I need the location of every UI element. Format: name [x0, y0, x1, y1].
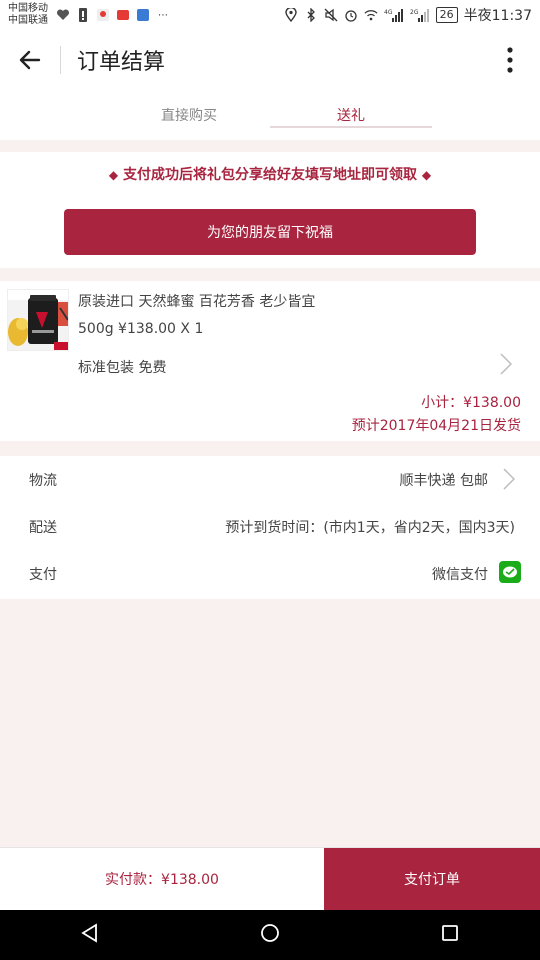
delivery-value: 预计到货时间：(市内1天，省内2天，国内3天): [225, 519, 515, 536]
net-label-1: 4G: [384, 9, 393, 16]
location-icon: [284, 8, 298, 22]
gift-panel: ◆ 支付成功后将礼包分享给好友填写地址即可领取 ◆ 为您的朋友留下祝福: [0, 152, 540, 268]
app-bar: 订单结算: [0, 30, 540, 90]
logistics-chevron[interactable]: [503, 468, 516, 494]
gift-notice: ◆ 支付成功后将礼包分享给好友填写地址即可领取 ◆: [0, 164, 540, 184]
map-icon: [96, 8, 110, 22]
packaging-option[interactable]: 标准包装 免费: [78, 357, 166, 377]
delivery-label: 配送: [29, 519, 57, 536]
circle-home-icon: [261, 924, 279, 942]
heart-rate-icon: [56, 8, 70, 22]
logistics-value: 顺丰快递 包邮: [399, 472, 488, 489]
wifi-icon: [364, 8, 378, 22]
payment-row[interactable]: 支付 微信支付: [0, 550, 540, 597]
checkout-footer: 实付款：¥138.00 支付订单: [0, 847, 540, 910]
wechat-pay-icon: [499, 561, 521, 583]
purchase-mode-tabs: 直接购买 送礼: [0, 90, 540, 140]
nav-back-button[interactable]: [80, 923, 100, 947]
payment-value: 微信支付: [432, 566, 488, 583]
gift-notice-text: 支付成功后将礼包分享给好友填写地址即可领取: [123, 167, 417, 183]
delivery-row: 配送 预计到货时间：(市内1天，省内2天，国内3天): [0, 503, 540, 550]
chevron-right-icon: [500, 353, 513, 375]
tab-direct-purchase[interactable]: 直接购买: [108, 90, 270, 140]
diamond-icon: ◆: [108, 168, 119, 182]
alarm-icon: [344, 8, 358, 22]
product-name: 原装进口 天然蜂蜜 百花芳香 老少皆宜: [78, 294, 316, 310]
signal-4g-icon: 4G: [384, 8, 404, 22]
triangle-back-icon: [81, 923, 97, 943]
more-options-button[interactable]: [480, 30, 540, 90]
battery-indicator: 26: [435, 7, 458, 23]
product-spec: 500g ¥138.00 X 1: [78, 321, 204, 337]
app-notification-icon: [116, 8, 130, 22]
subtotal: 小计：¥138.00: [421, 395, 521, 411]
net-label-2: 2G: [410, 9, 419, 16]
tab-gift[interactable]: 送礼: [270, 90, 432, 140]
back-button[interactable]: [0, 30, 60, 90]
carrier-2: 中国联通: [8, 15, 48, 26]
bluetooth-icon: [304, 8, 318, 22]
nav-recents-button[interactable]: [440, 923, 460, 947]
pay-order-button[interactable]: 支付订单: [324, 848, 540, 910]
more-notifications-icon: ⋯: [158, 9, 168, 21]
honey-jar-image: [8, 290, 68, 350]
order-info: 物流 顺丰快递 包邮 配送 预计到货时间：(市内1天，省内2天，国内3天) 支付…: [0, 456, 540, 599]
app-bar-divider: [60, 46, 61, 74]
logistics-label: 物流: [29, 472, 57, 489]
notification-icons: ⋯: [56, 8, 170, 22]
total-amount: 实付款：¥138.00: [105, 872, 219, 888]
product-thumbnail[interactable]: [7, 289, 69, 351]
square-recents-icon: [442, 925, 458, 941]
carrier-labels: 中国移动 中国联通: [8, 3, 48, 27]
logistics-row[interactable]: 物流 顺丰快递 包邮: [0, 456, 540, 503]
product-card: 原装进口 天然蜂蜜 百花芳香 老少皆宜 500g ¥138.00 X 1 标准包…: [0, 281, 540, 441]
nav-home-button[interactable]: [260, 923, 280, 947]
leave-blessing-button[interactable]: 为您的朋友留下祝福: [64, 209, 476, 255]
payment-label: 支付: [29, 566, 57, 583]
status-right: 4G 2G 26 半夜11:37: [284, 5, 532, 25]
arrow-left-icon: [19, 50, 41, 70]
status-bar: 中国移动 中国联通 ⋯ 4G 2G 26 半夜11:37: [0, 0, 540, 30]
packaging-chevron[interactable]: [500, 353, 513, 379]
mute-icon: [324, 8, 338, 22]
more-vertical-icon: [507, 47, 513, 73]
system-nav-bar: [0, 910, 540, 960]
alert-icon: [76, 8, 90, 22]
page-title: 订单结算: [77, 50, 166, 75]
app-notification-icon-2: [136, 8, 150, 22]
carrier-1: 中国移动: [8, 3, 48, 14]
signal-2g-icon: 2G: [410, 8, 430, 22]
diamond-icon: ◆: [421, 168, 432, 182]
clock: 半夜11:37: [463, 8, 532, 24]
estimated-ship-date: 预计2017年04月21日发货: [351, 418, 521, 434]
chevron-right-icon: [503, 468, 516, 490]
